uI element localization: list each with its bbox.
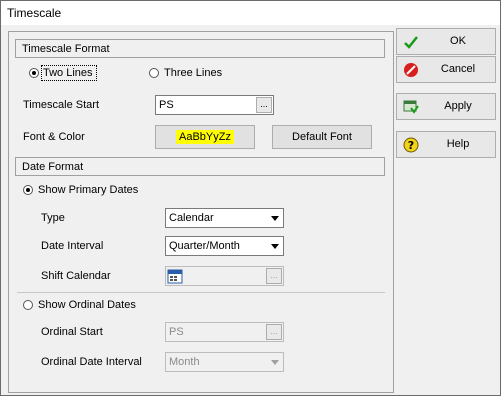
ordinal-start-label: Ordinal Start — [41, 326, 103, 338]
ok-label: OK — [450, 35, 466, 47]
cancel-label: Cancel — [440, 63, 476, 75]
timescale-start-label: Timescale Start — [23, 99, 100, 111]
show-ordinal-dates-label[interactable]: Show Ordinal Dates — [38, 299, 136, 311]
apply-icon — [403, 100, 419, 114]
ordinal-start-browse-button[interactable]: ... — [266, 324, 282, 340]
date-interval-value: Quarter/Month — [169, 240, 240, 252]
show-ordinal-dates-radio[interactable] — [23, 300, 33, 310]
cancel-button[interactable]: Cancel — [396, 56, 496, 83]
main-panel: Timescale Format Two Lines Three Lines T… — [8, 31, 394, 393]
date-interval-select[interactable]: Quarter/Month — [165, 236, 284, 256]
help-button[interactable]: ? Help — [396, 131, 496, 158]
apply-button[interactable]: Apply — [396, 93, 496, 120]
cancel-icon — [404, 63, 418, 77]
ordinal-interval-dropdown-arrow-icon[interactable] — [267, 353, 283, 371]
help-label: Help — [446, 138, 470, 150]
date-interval-label: Date Interval — [41, 240, 104, 252]
timescale-format-header: Timescale Format — [15, 39, 385, 58]
two-lines-label[interactable]: Two Lines — [43, 67, 93, 79]
ordinal-interval-label: Ordinal Date Interval — [41, 356, 142, 368]
font-color-label: Font & Color — [23, 131, 85, 143]
ordinal-interval-select[interactable]: Month — [165, 352, 284, 372]
checkmark-icon — [404, 36, 418, 49]
shift-calendar-field[interactable]: ... — [165, 266, 284, 286]
ordinal-start-value: PS — [169, 326, 184, 338]
font-sample-text: AaBbYyZz — [176, 130, 234, 144]
date-interval-dropdown-arrow-icon[interactable] — [267, 237, 283, 255]
date-format-divider — [17, 292, 385, 293]
svg-text:?: ? — [408, 139, 414, 152]
ordinal-start-field[interactable]: PS ... — [165, 322, 284, 342]
show-primary-dates-radio[interactable] — [23, 185, 33, 195]
timescale-dialog: Timescale Timescale Format Two Lines Thr… — [0, 0, 501, 396]
two-lines-radio[interactable] — [29, 68, 39, 78]
type-dropdown-arrow-icon[interactable] — [267, 209, 283, 227]
three-lines-radio[interactable] — [149, 68, 159, 78]
font-color-button[interactable]: AaBbYyZz — [155, 125, 255, 149]
type-value: Calendar — [169, 212, 214, 224]
window-title: Timescale — [7, 6, 62, 20]
title-bar: Timescale — [1, 1, 500, 25]
help-icon: ? — [403, 137, 419, 153]
default-font-button[interactable]: Default Font — [272, 125, 372, 149]
calendar-icon — [167, 269, 183, 284]
apply-label: Apply — [444, 100, 472, 112]
timescale-start-field[interactable]: PS ... — [155, 95, 274, 115]
show-primary-dates-label[interactable]: Show Primary Dates — [38, 184, 138, 196]
type-select[interactable]: Calendar — [165, 208, 284, 228]
timescale-start-value: PS — [159, 99, 174, 111]
timescale-start-browse-button[interactable]: ... — [256, 97, 272, 113]
three-lines-label[interactable]: Three Lines — [164, 67, 222, 79]
shift-calendar-label: Shift Calendar — [41, 270, 111, 282]
ok-button[interactable]: OK — [396, 28, 496, 55]
shift-calendar-browse-button[interactable]: ... — [266, 268, 282, 284]
date-format-header: Date Format — [15, 157, 385, 176]
ordinal-interval-value: Month — [169, 356, 200, 368]
type-label: Type — [41, 212, 65, 224]
date-format-title: Date Format — [22, 161, 84, 173]
timescale-format-title: Timescale Format — [22, 43, 110, 55]
